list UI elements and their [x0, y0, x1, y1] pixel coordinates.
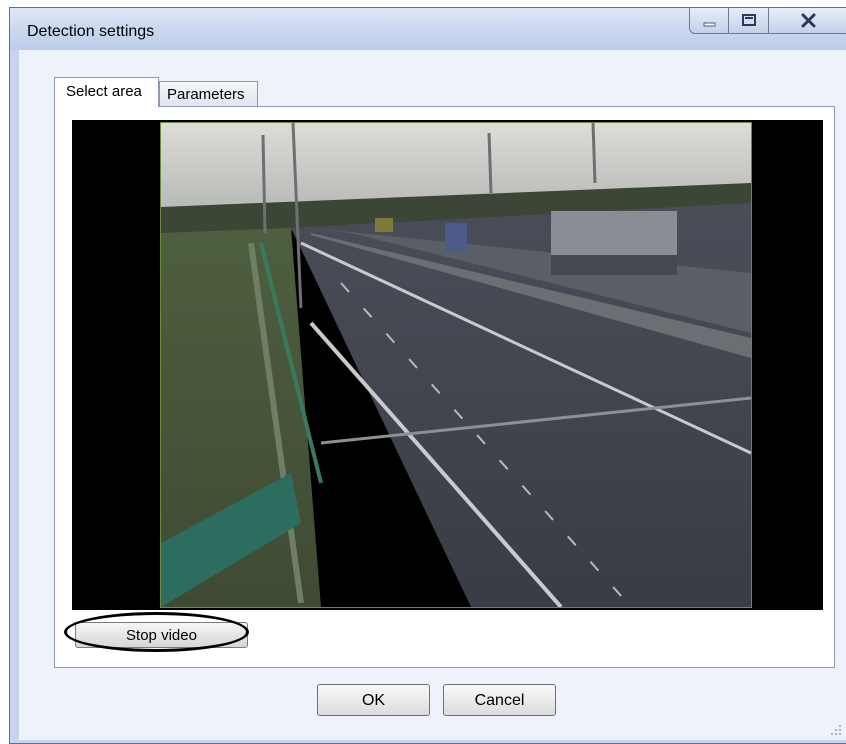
stop-video-button[interactable]: Stop video	[75, 622, 248, 648]
dialog-client-area: Select area Parameters Stop video OK Can…	[19, 50, 846, 740]
ok-button[interactable]: OK	[317, 684, 430, 716]
maximize-button[interactable]	[728, 8, 769, 34]
close-button[interactable]	[768, 8, 846, 34]
detection-settings-window: Detection settings Select area Parameter…	[9, 7, 846, 744]
minimize-icon	[703, 22, 716, 27]
tab-panel-select-area: Stop video	[54, 106, 835, 668]
minimize-button[interactable]	[689, 8, 729, 34]
stop-video-label: Stop video	[126, 627, 197, 644]
camera-feed-image	[161, 123, 751, 607]
maximize-icon	[742, 14, 756, 26]
cancel-button[interactable]: Cancel	[443, 684, 556, 716]
video-area[interactable]	[72, 120, 823, 610]
tab-parameters-label: Parameters	[167, 86, 245, 103]
window-title: Detection settings	[27, 23, 155, 40]
close-icon	[801, 13, 816, 28]
tab-parameters[interactable]: Parameters	[159, 81, 258, 107]
video-frame[interactable]	[160, 122, 752, 608]
resize-grip-icon[interactable]	[830, 724, 842, 736]
title-bar[interactable]: Detection settings	[10, 8, 846, 50]
ok-button-label: OK	[361, 692, 386, 709]
tab-select-area-label: Select area	[66, 83, 142, 100]
tab-select-area[interactable]: Select area	[54, 77, 159, 107]
cancel-button-label: Cancel	[474, 692, 525, 709]
